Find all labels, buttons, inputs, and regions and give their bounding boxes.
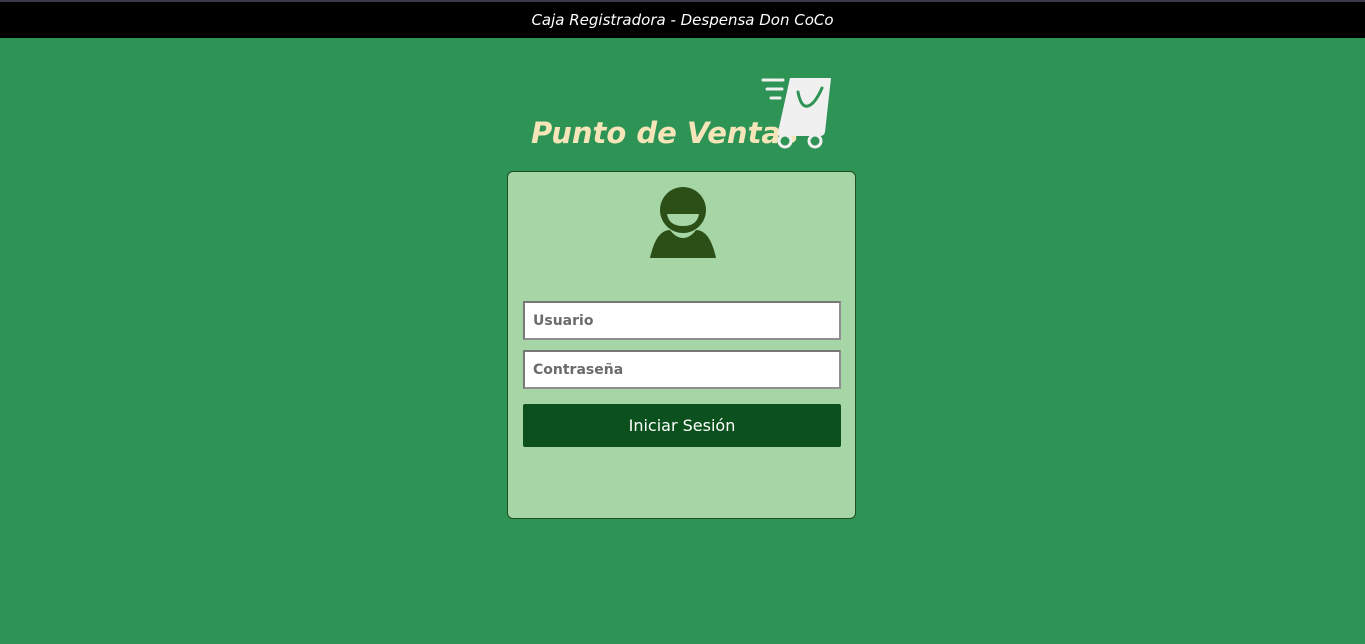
login-card: Iniciar Sesión xyxy=(507,171,856,519)
brand-title: Punto de Ventas xyxy=(531,116,799,150)
password-field[interactable] xyxy=(523,350,841,389)
shopping-cart-icon xyxy=(761,78,831,149)
user-icon xyxy=(650,187,716,258)
brand-header: Punto de Ventas xyxy=(531,74,831,154)
login-button[interactable]: Iniciar Sesión xyxy=(523,404,841,447)
window-titlebar: Caja Registradora - Despensa Don CoCo xyxy=(0,0,1365,38)
window-title: Caja Registradora - Despensa Don CoCo xyxy=(531,11,834,29)
username-field[interactable] xyxy=(523,301,841,340)
